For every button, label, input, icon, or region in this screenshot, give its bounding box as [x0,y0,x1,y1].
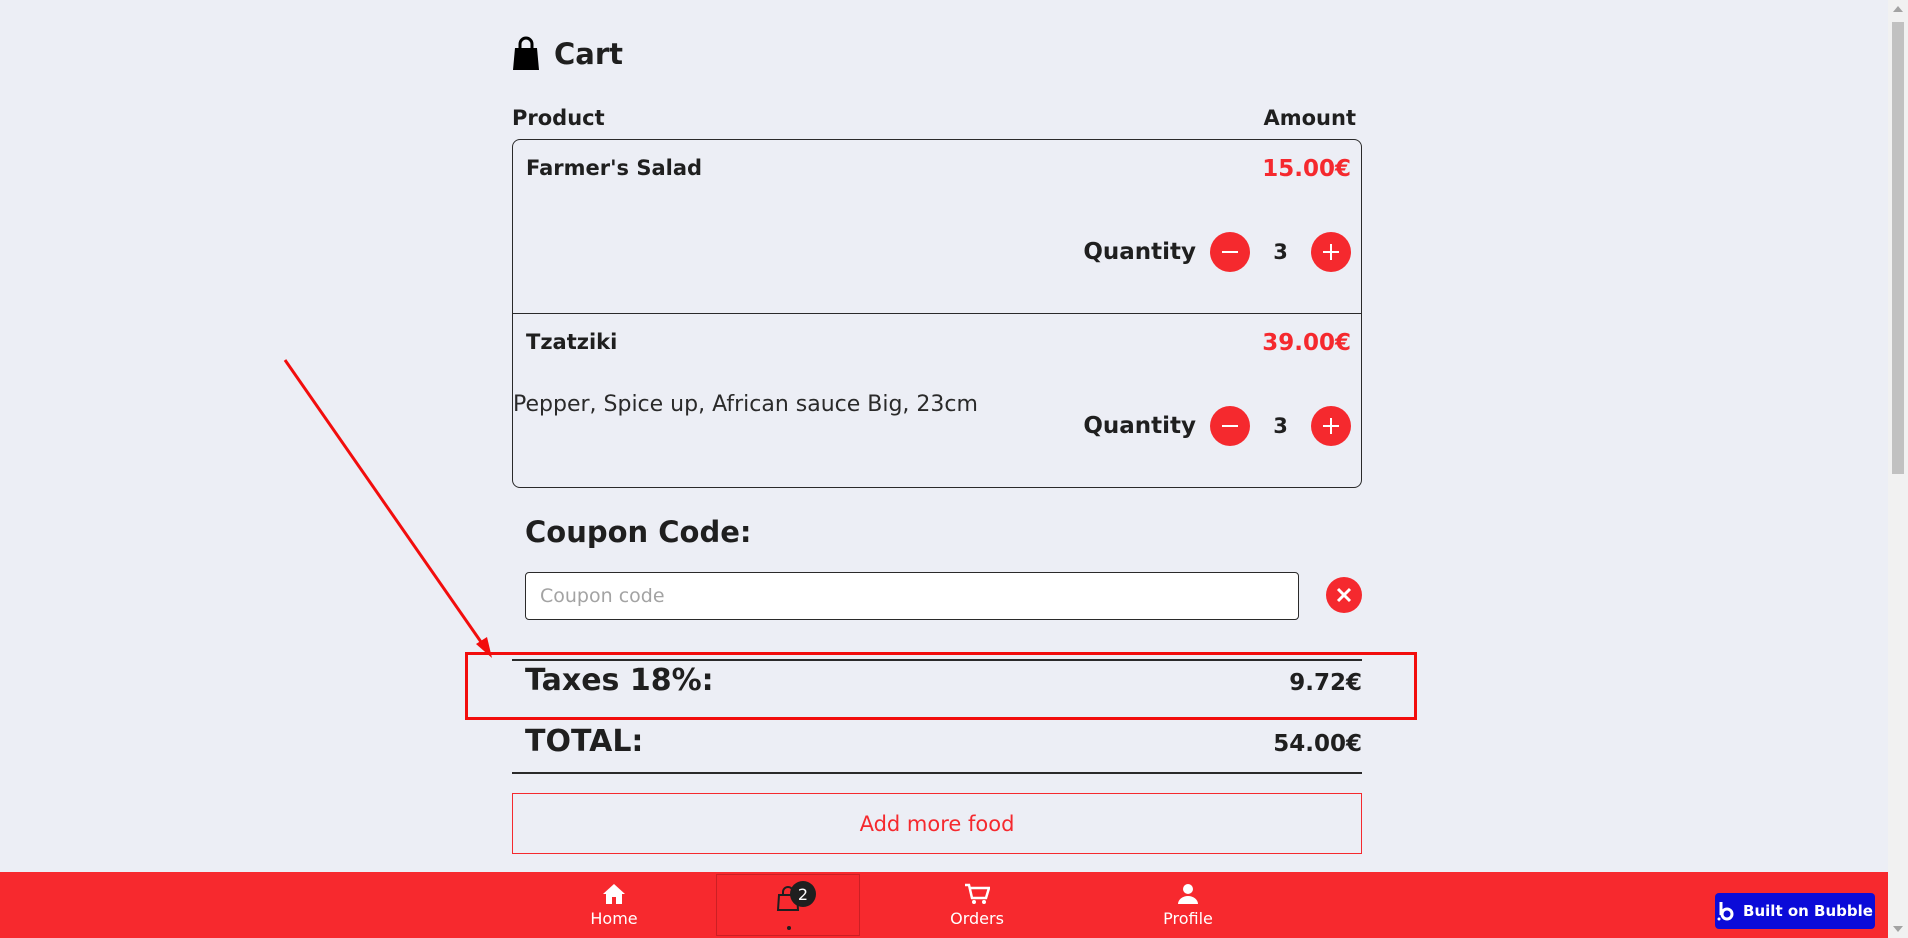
shopping-bag-icon [513,36,539,70]
clear-coupon-button[interactable] [1326,577,1362,613]
item-name: Farmer's Salad [526,156,703,180]
add-more-food-button[interactable]: Add more food [512,793,1362,854]
increase-quantity-button[interactable] [1311,406,1351,446]
quantity-label: Quantity [1083,239,1196,265]
decrease-quantity-button[interactable] [1210,232,1250,272]
item-price: 15.00€ [1262,156,1351,182]
scroll-down-arrow[interactable] [1893,926,1903,932]
nav-cart[interactable]: 2 [716,874,860,936]
scrollbar[interactable] [1888,0,1908,938]
close-icon [1336,587,1352,603]
scroll-up-arrow[interactable] [1893,6,1903,12]
cart-icon [965,883,990,904]
item-price: 39.00€ [1262,330,1351,356]
nav-profile-label: Profile [1163,908,1213,928]
quantity-stepper: Quantity 3 [1083,406,1351,446]
increase-quantity-button[interactable] [1311,232,1351,272]
minus-icon [1222,425,1238,427]
total-value: 54.00€ [1273,731,1362,757]
product-column-header: Product [512,106,605,130]
quantity-label: Quantity [1083,413,1196,439]
built-on-bubble-label: Built on Bubble [1743,902,1873,920]
decrease-quantity-button[interactable] [1210,406,1250,446]
coupon-input[interactable] [525,572,1299,620]
quantity-value: 3 [1273,240,1288,264]
cart-count-badge: 2 [790,881,816,907]
plus-icon [1323,244,1339,260]
cart-items-list: Farmer's Salad 15.00€ Quantity 3 Tzatzik… [512,139,1362,488]
scrollbar-thumb[interactable] [1892,22,1904,474]
bubble-logo-icon [1717,902,1734,921]
cart-item: Tzatziki 39.00€ Pepper, Spice up, Africa… [513,313,1361,487]
home-icon [603,883,625,904]
annotation-highlight-box [465,652,1417,720]
quantity-value: 3 [1273,414,1288,438]
plus-icon [1323,418,1339,434]
item-description: Pepper, Spice up, African sauce Big, 23c… [513,392,978,417]
quantity-stepper: Quantity 3 [1083,232,1351,272]
nav-home-label: Home [590,908,638,928]
bottom-nav: Home 2 Orders Profile [0,872,1888,938]
page-title: Cart [554,37,624,71]
nav-profile[interactable]: Profile [1148,872,1228,938]
nav-orders-label: Orders [950,908,1004,928]
item-name: Tzatziki [526,330,618,354]
coupon-title: Coupon Code: [525,515,752,549]
nav-home[interactable]: Home [574,872,654,938]
active-indicator [787,926,791,930]
cart-item: Farmer's Salad 15.00€ Quantity 3 [513,140,1361,313]
user-icon [1178,883,1198,904]
cart-header: Cart [512,36,623,72]
divider [512,772,1362,774]
built-on-bubble-badge[interactable]: Built on Bubble [1715,893,1875,929]
nav-orders[interactable]: Orders [937,872,1017,938]
minus-icon [1222,251,1238,253]
annotation-arrow [283,359,492,658]
amount-column-header: Amount [1263,106,1356,130]
total-label: TOTAL: [525,724,644,759]
